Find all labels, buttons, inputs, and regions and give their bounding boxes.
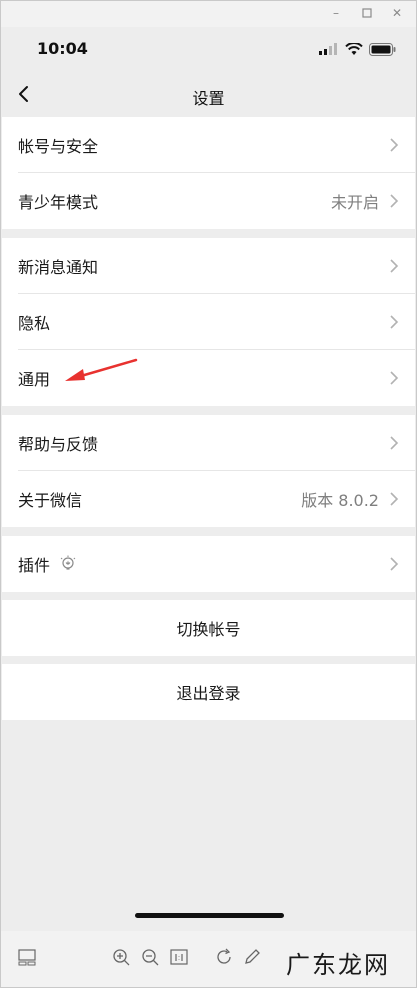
rotate-icon[interactable] — [214, 947, 234, 967]
wifi-icon — [345, 42, 363, 55]
close-icon[interactable]: ✕ — [389, 5, 405, 21]
navbar: 设置 — [1, 73, 416, 117]
item-label: 青少年模式 — [18, 193, 99, 212]
settings-item-account-security[interactable]: 帐号与安全 — [2, 117, 415, 173]
settings-item-notifications[interactable]: 新消息通知 — [2, 238, 415, 294]
logout-section: 退出登录 — [2, 664, 415, 720]
chevron-right-icon — [390, 492, 399, 506]
status-bar: 10:04 — [1, 27, 416, 73]
page-title: 设置 — [192, 89, 225, 108]
logout-button[interactable]: 退出登录 — [2, 664, 415, 720]
chevron-right-icon — [390, 259, 399, 273]
item-label: 帮助与反馈 — [18, 435, 99, 454]
app-window: – ✕ 10:04 设置 帐号与安全 青少年模式 未开启 新消息通知 隐私 通用… — [0, 0, 417, 988]
item-label: 隐私 — [18, 314, 51, 333]
switch-account-button[interactable]: 切换帐号 — [2, 600, 415, 656]
home-indicator[interactable] — [135, 913, 284, 918]
actual-size-icon[interactable] — [169, 947, 189, 967]
chevron-right-icon — [390, 557, 399, 571]
settings-group-about: 帮助与反馈 关于微信 版本 8.0.2 — [2, 415, 415, 527]
status-icons — [319, 41, 396, 57]
settings-item-teen-mode[interactable]: 青少年模式 未开启 — [2, 173, 415, 229]
edit-pencil-icon[interactable] — [242, 947, 262, 967]
settings-group-account: 帐号与安全 青少年模式 未开启 — [2, 117, 415, 229]
switch-account-section: 切换帐号 — [2, 600, 415, 656]
item-label: 关于微信 — [18, 491, 83, 510]
watermark: 广东龙网 — [286, 951, 390, 979]
item-label: 插件 — [18, 556, 51, 575]
viewer-toolbar: 广东龙网 — [1, 931, 416, 987]
signal-icon — [319, 43, 337, 55]
item-label: 帐号与安全 — [18, 137, 99, 156]
item-label: 新消息通知 — [18, 258, 99, 277]
zoom-in-icon[interactable] — [111, 947, 131, 967]
lightbulb-icon — [60, 555, 76, 570]
item-label: 通用 — [18, 370, 51, 389]
settings-item-privacy[interactable]: 隐私 — [2, 294, 415, 350]
chevron-right-icon — [390, 138, 399, 152]
chevron-right-icon — [390, 371, 399, 385]
chevron-right-icon — [390, 194, 399, 208]
settings-group-plugins: 插件 — [2, 536, 415, 592]
settings-item-about-wechat[interactable]: 关于微信 版本 8.0.2 — [2, 471, 415, 527]
minimize-icon[interactable]: – — [328, 5, 344, 21]
maximize-icon[interactable] — [359, 5, 375, 21]
settings-item-help-feedback[interactable]: 帮助与反馈 — [2, 415, 415, 471]
battery-icon — [369, 42, 396, 56]
item-value: 未开启 — [330, 193, 379, 212]
chevron-right-icon — [390, 315, 399, 329]
thumbnail-icon[interactable] — [17, 947, 37, 967]
zoom-out-icon[interactable] — [140, 947, 160, 967]
item-value: 版本 8.0.2 — [301, 491, 379, 510]
window-controls: – ✕ — [1, 1, 416, 27]
status-time: 10:04 — [37, 39, 88, 58]
settings-item-plugins[interactable]: 插件 — [2, 536, 415, 592]
chevron-right-icon — [390, 436, 399, 450]
annotation-arrow-icon — [65, 358, 138, 381]
